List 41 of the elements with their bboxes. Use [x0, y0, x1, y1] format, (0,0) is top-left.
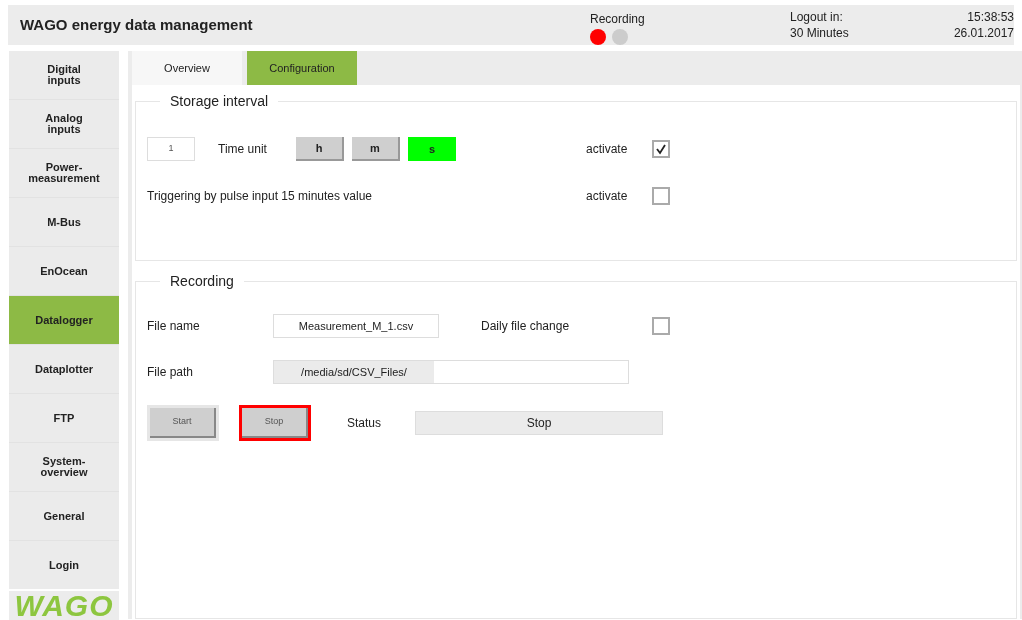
nav-item[interactable]: Login — [9, 541, 119, 589]
logout-label: Logout in: — [790, 9, 844, 25]
nav-item[interactable]: FTP — [9, 394, 119, 442]
daily-file-change-label: Daily file change — [481, 318, 571, 335]
nav-item[interactable]: Power- measurement — [9, 149, 119, 197]
unit-button[interactable]: s — [408, 137, 456, 161]
record-button[interactable]: Start — [150, 408, 216, 438]
record-button[interactable]: Stop — [242, 408, 308, 438]
activate-checkbox[interactable] — [652, 140, 670, 158]
nav-item[interactable]: Analog inputs — [9, 100, 119, 148]
nav-item[interactable]: Digital inputs — [9, 51, 119, 99]
activate-label: activate — [586, 141, 629, 158]
date: 26.01.2017 — [953, 25, 1014, 41]
tab[interactable]: Overview — [132, 51, 242, 85]
file-path-field[interactable]: /media/sd/CSV_Files/ — [273, 360, 629, 384]
time-unit-label: Time unit — [218, 141, 268, 158]
nav-item[interactable]: Datalogger — [9, 296, 119, 344]
status-display: Stop — [415, 411, 663, 435]
unit-button[interactable]: h — [296, 137, 344, 161]
trigger-label: Triggering by pulse input 15 minutes value — [147, 188, 374, 205]
file-name-label: File name — [147, 318, 201, 335]
activate-checkbox[interactable] — [652, 187, 670, 205]
nav-item[interactable]: System- overview — [9, 443, 119, 491]
activate-label: activate — [586, 188, 629, 205]
logout-time: 30 Minutes — [790, 25, 850, 41]
nav-item[interactable]: General — [9, 492, 119, 540]
daily-file-change-checkbox[interactable] — [652, 317, 670, 335]
app-title: WAGO energy data management — [20, 14, 254, 35]
status-label: Status — [347, 415, 383, 432]
interval-field[interactable]: 1 — [147, 137, 195, 161]
file-path-label: File path — [147, 364, 195, 381]
recording-label: Recording — [590, 11, 646, 28]
file-name-field[interactable]: Measurement_M_1.csv — [273, 314, 439, 338]
wago-logo: WAGO — [9, 591, 119, 620]
nav-item[interactable]: M-Bus — [9, 198, 119, 246]
check-icon — [655, 143, 667, 155]
nav-item[interactable]: Dataplotter — [9, 345, 119, 393]
unit-button[interactable]: m — [352, 137, 400, 161]
nav-item[interactable]: EnOcean — [9, 247, 119, 295]
tab[interactable]: Configuration — [247, 51, 357, 85]
clock-time: 15:38:53 — [967, 9, 1014, 25]
